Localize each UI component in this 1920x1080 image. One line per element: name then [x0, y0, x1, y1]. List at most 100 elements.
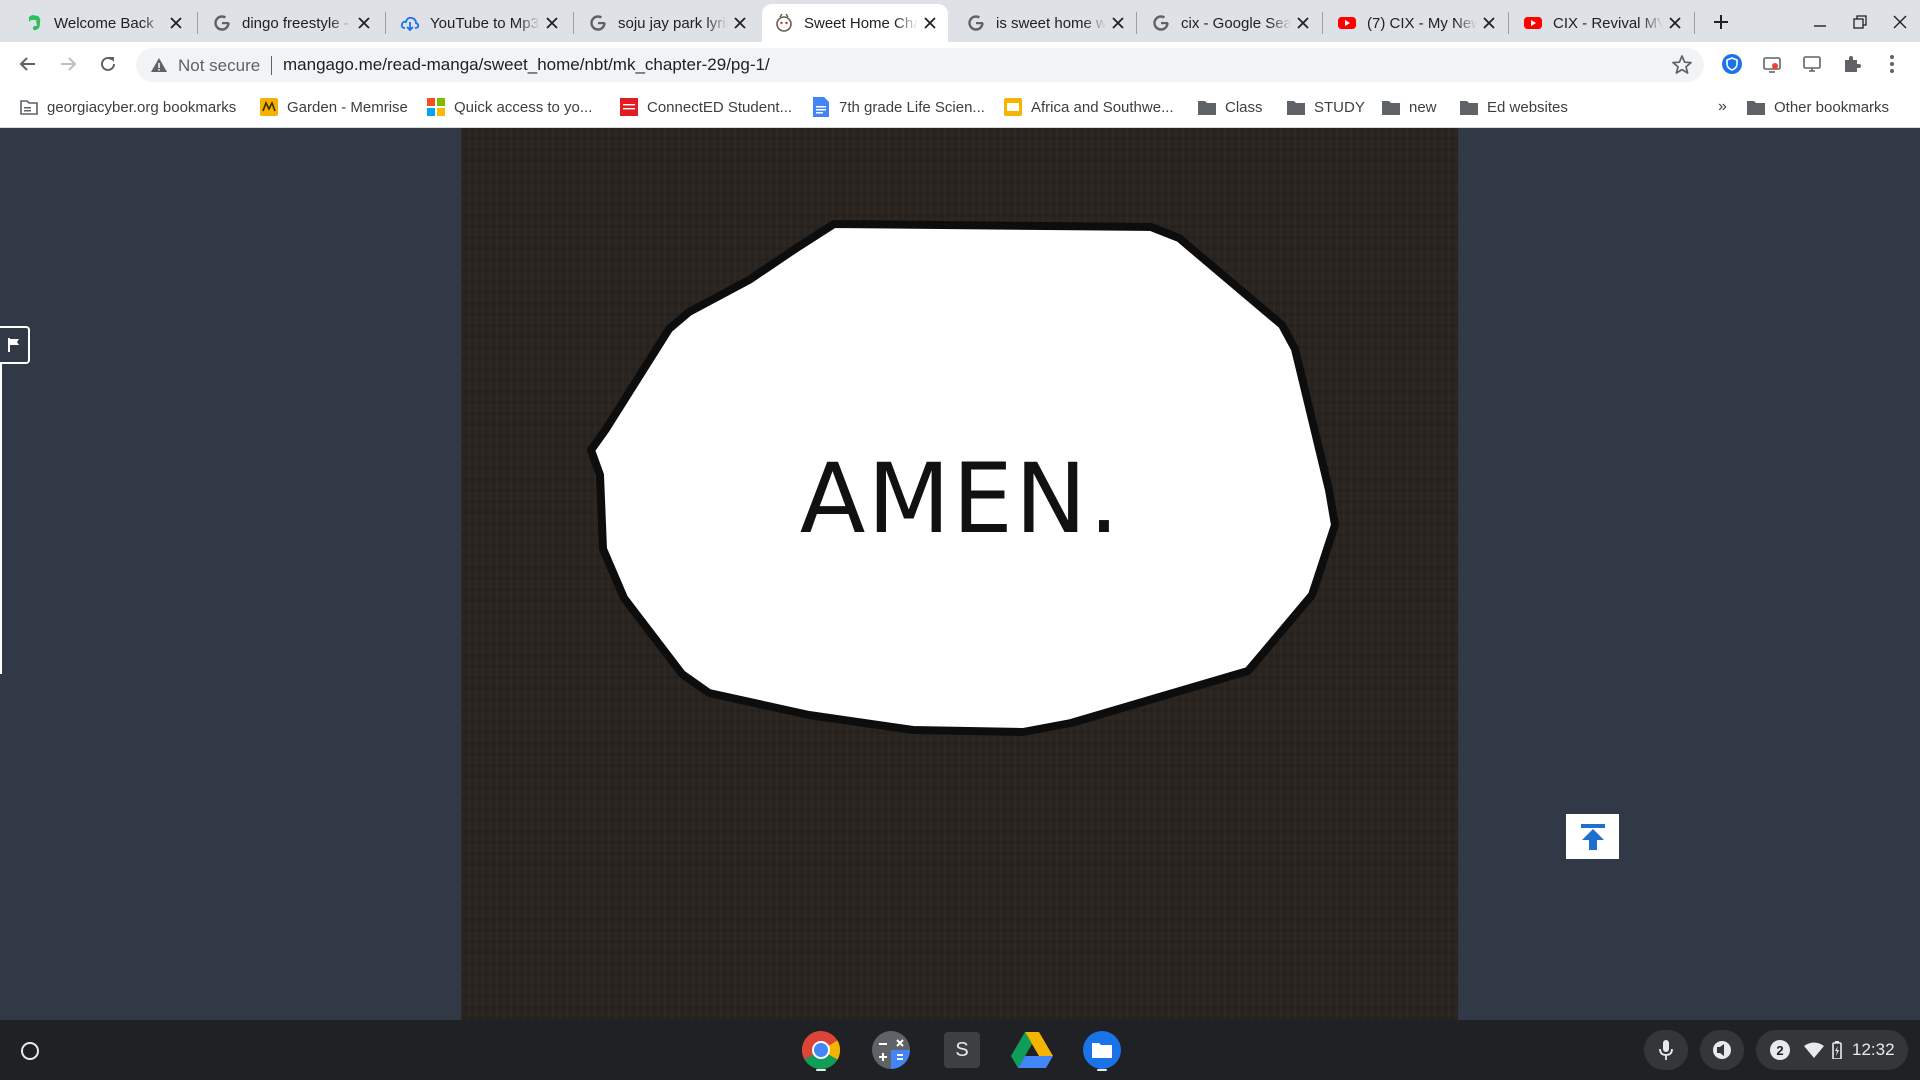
microphone-icon[interactable]: [1644, 1030, 1688, 1070]
speech-bubble: [587, 220, 1339, 736]
bookmark-connected[interactable]: ConnectED Student...: [620, 96, 792, 118]
s-app-icon[interactable]: S: [940, 1028, 984, 1072]
cast-icon[interactable]: [1798, 50, 1826, 78]
back-button[interactable]: [12, 48, 44, 80]
imported-folder-icon: [20, 98, 38, 116]
screen-extension-icon[interactable]: [1758, 50, 1786, 78]
bookmark-label: Africa and Southwe...: [1031, 98, 1174, 116]
youtube-icon: [1523, 13, 1543, 33]
tab-soju-lyrics[interactable]: soju jay park lyrics - Google Search: [576, 4, 758, 42]
tab-separator: [1136, 12, 1137, 34]
tab-welcome-back[interactable]: Welcome Back: [12, 4, 194, 42]
bookmark-quick-access[interactable]: Quick access to yo...: [427, 96, 592, 118]
mangago-icon: [774, 13, 794, 33]
bookmark-label: Ed websites: [1487, 98, 1568, 116]
warning-icon: [151, 58, 167, 72]
google-docs-icon: [812, 97, 830, 117]
tab-title: soju jay park lyrics - Google Search: [618, 14, 728, 32]
other-bookmarks-label: Other bookmarks: [1774, 98, 1890, 116]
url-text[interactable]: mangago.me/read-manga/sweet_home/nbt/mk_…: [283, 55, 770, 75]
bookmark-life-science[interactable]: 7th grade Life Scien...: [812, 96, 985, 118]
tab-dingo-freestyle[interactable]: dingo freestyle - Google Search: [200, 4, 382, 42]
close-icon[interactable]: [1106, 11, 1130, 35]
folder-icon: [1198, 98, 1216, 116]
tab-separator: [1508, 12, 1509, 34]
extensions-puzzle-icon[interactable]: [1838, 50, 1866, 78]
bookmark-label: Quick access to yo...: [454, 98, 593, 116]
bookmarks-bar: georgiacyber.org bookmarks Garden - Memr…: [0, 86, 1920, 128]
google-icon: [1151, 13, 1171, 33]
tab-strip: Welcome Back dingo freestyle - Google Se…: [0, 0, 1920, 42]
calculator-icon[interactable]: [869, 1028, 913, 1072]
bookmark-georgiacyber[interactable]: georgiacyber.org bookmarks: [20, 96, 236, 118]
close-icon[interactable]: [540, 11, 564, 35]
files-icon[interactable]: [1080, 1028, 1124, 1072]
s-app-letter: S: [955, 1038, 969, 1061]
bookmark-label: STUDY: [1314, 98, 1365, 116]
tab-youtube-to-mp3[interactable]: YouTube to Mp3 Converter: [388, 4, 570, 42]
microsoft-icon: [427, 98, 445, 116]
address-bar[interactable]: Not secure mangago.me/read-manga/sweet_h…: [136, 48, 1704, 82]
google-icon: [966, 13, 986, 33]
tab-separator: [1694, 12, 1695, 34]
bookmark-label: ConnectED Student...: [647, 98, 793, 116]
chrome-icon[interactable]: [799, 1028, 843, 1072]
tab-separator: [197, 12, 198, 34]
google-icon: [588, 13, 608, 33]
tab-is-sweet-home[interactable]: is sweet home worth reading - Google Sea…: [954, 4, 1136, 42]
tab-title: YouTube to Mp3 Converter: [430, 14, 540, 32]
notification-badge: 2: [1770, 1040, 1790, 1060]
scroll-to-top-button[interactable]: [1566, 814, 1619, 859]
other-bookmarks[interactable]: Other bookmarks: [1747, 96, 1889, 118]
shield-extension-icon[interactable]: [1718, 50, 1746, 78]
security-label[interactable]: Not secure: [178, 56, 260, 76]
close-icon[interactable]: [352, 11, 376, 35]
star-bookmark-icon[interactable]: [1671, 54, 1693, 76]
folder-icon: [1287, 98, 1305, 116]
bookmark-folder-study[interactable]: STUDY: [1287, 96, 1365, 118]
close-icon[interactable]: [1291, 11, 1315, 35]
wifi-icon: [1804, 1042, 1824, 1058]
close-icon[interactable]: [1477, 11, 1501, 35]
bookmark-label: new: [1409, 98, 1437, 116]
youtube-icon: [1337, 13, 1357, 33]
omnibox-divider: [271, 56, 272, 75]
restore-button[interactable]: [1846, 8, 1874, 36]
launcher-button[interactable]: [14, 1035, 46, 1067]
speech-text: AMEN.: [799, 443, 1122, 555]
close-window-button[interactable]: [1886, 8, 1914, 36]
select-to-speak-icon[interactable]: [1700, 1030, 1744, 1070]
chromeos-shelf: S 2 12:32: [0, 1020, 1920, 1080]
google-drive-icon[interactable]: [1010, 1028, 1054, 1072]
new-tab-button[interactable]: [1707, 8, 1735, 36]
bookmark-folder-ed-websites[interactable]: Ed websites: [1460, 96, 1568, 118]
close-icon[interactable]: [918, 11, 942, 35]
tab-cix-revival[interactable]: CIX - Revival MV: [1511, 4, 1693, 42]
status-area[interactable]: 2 12:32: [1756, 1030, 1908, 1070]
tab-title: Welcome Back: [54, 14, 154, 32]
close-icon[interactable]: [164, 11, 188, 35]
menu-kebab-icon[interactable]: [1878, 50, 1906, 78]
forward-button[interactable]: [52, 48, 84, 80]
minimize-button[interactable]: [1806, 8, 1834, 36]
tab-title: CIX - Revival MV: [1553, 14, 1663, 32]
arrow-up-icon: [1580, 823, 1605, 850]
bookmark-memrise[interactable]: Garden - Memrise: [260, 96, 408, 118]
bookmark-folder-new[interactable]: new: [1382, 96, 1437, 118]
flag-icon[interactable]: [0, 326, 30, 364]
tab-cix-search[interactable]: cix - Google Search: [1139, 4, 1321, 42]
close-icon[interactable]: [1663, 11, 1687, 35]
tab-title: cix - Google Search: [1181, 14, 1291, 32]
clock-time[interactable]: 12:32: [1852, 1040, 1895, 1060]
bookmark-label: Class: [1225, 98, 1263, 116]
tab-cix-my-new-song[interactable]: (7) CIX - My New Song: [1325, 4, 1507, 42]
bookmark-label: 7th grade Life Scien...: [839, 98, 985, 116]
bookmarks-overflow-button[interactable]: »: [1718, 96, 1727, 118]
reload-button[interactable]: [92, 48, 124, 80]
folder-icon: [1382, 98, 1400, 116]
tab-sweet-home[interactable]: Sweet Home Chapter 29: [762, 4, 948, 42]
bookmark-folder-class[interactable]: Class: [1198, 96, 1263, 118]
close-icon[interactable]: [728, 11, 752, 35]
bookmark-africa[interactable]: Africa and Southwe...: [1004, 96, 1174, 118]
side-panel-edge: [0, 364, 2, 674]
